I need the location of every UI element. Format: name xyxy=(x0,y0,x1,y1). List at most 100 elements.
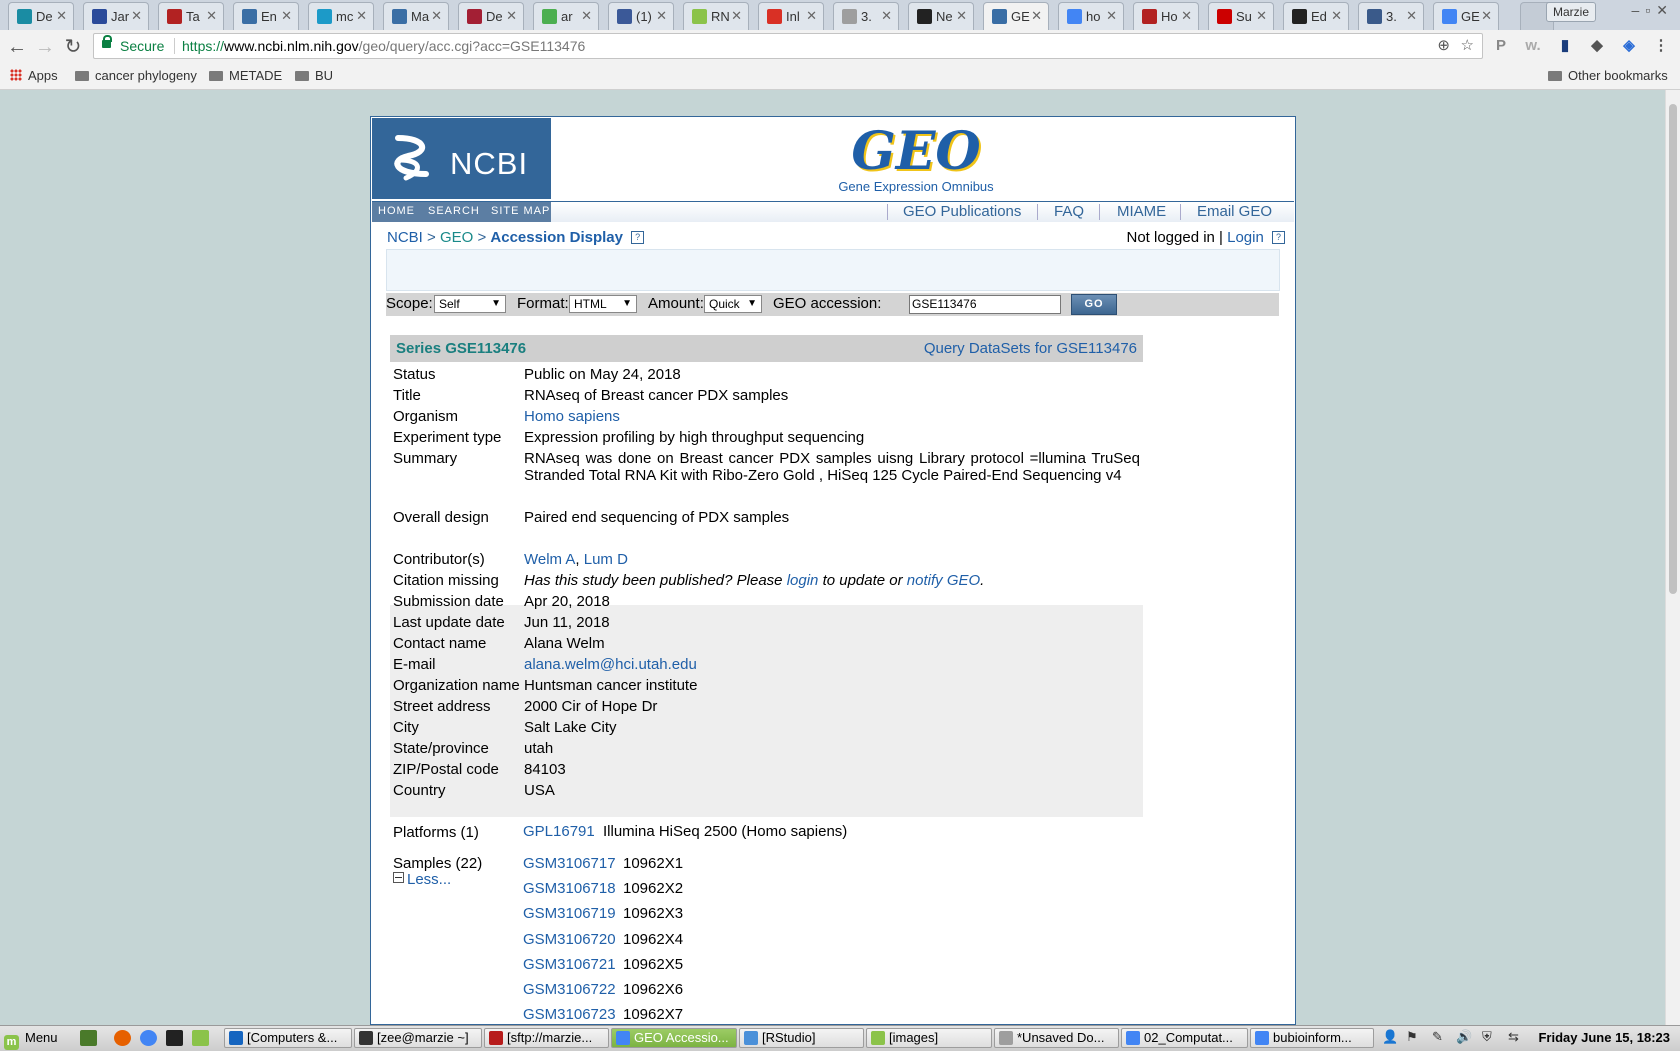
show-desktop-icon[interactable] xyxy=(80,1030,97,1046)
close-tab-icon[interactable]: ✕ xyxy=(431,8,442,24)
browser-tab[interactable]: De ✕ xyxy=(8,2,74,30)
breadcrumb-ncbi[interactable]: NCBI xyxy=(387,229,423,246)
close-tab-icon[interactable]: ✕ xyxy=(1181,8,1192,24)
browser-tab[interactable]: Su ✕ xyxy=(1208,2,1274,30)
bookmark-other[interactable]: Other bookmarks xyxy=(1548,68,1668,83)
browser-tab[interactable]: 3. ✕ xyxy=(833,2,899,30)
email-link[interactable]: alana.welm@hci.utah.edu xyxy=(524,656,697,673)
bookmark-metade[interactable]: METADE xyxy=(209,68,282,83)
browser-tab[interactable]: Ta ✕ xyxy=(158,2,224,30)
analytics-icon[interactable]: ▮ xyxy=(1554,35,1576,57)
word-icon[interactable]: w. xyxy=(1522,35,1544,57)
network-icon[interactable]: ⇆ xyxy=(1508,1029,1519,1045)
nav-email-geo[interactable]: Email GEO xyxy=(1197,203,1272,220)
close-tab-icon[interactable]: ✕ xyxy=(206,8,217,24)
close-tab-icon[interactable]: ✕ xyxy=(56,8,67,24)
pen-icon[interactable]: ✎ xyxy=(1432,1029,1443,1045)
address-bar[interactable]: Secure https://www.ncbi.nlm.nih.gov/geo/… xyxy=(93,33,1483,59)
sample-link[interactable]: GSM3106718 xyxy=(523,880,616,897)
taskbar-window[interactable]: [RStudio] xyxy=(739,1028,864,1048)
close-tab-icon[interactable]: ✕ xyxy=(131,8,142,24)
bookmark-cancer-phylogeny[interactable]: cancer phylogeny xyxy=(75,68,197,83)
sample-link[interactable]: GSM3106717 xyxy=(523,855,616,872)
sample-link[interactable]: GSM3106720 xyxy=(523,931,616,948)
browser-tab[interactable]: RN ✕ xyxy=(683,2,749,30)
window-controls[interactable]: –▫✕ xyxy=(1632,2,1674,19)
nav-faq[interactable]: FAQ xyxy=(1054,203,1084,220)
nav-geo-publications[interactable]: GEO Publications xyxy=(903,203,1021,220)
notify-geo-link[interactable]: notify GEO xyxy=(907,572,980,589)
close-tab-icon[interactable]: ✕ xyxy=(1256,8,1267,24)
geo-logo[interactable]: GEO Gene Expression Omnibus xyxy=(836,121,996,199)
close-tab-icon[interactable]: ✕ xyxy=(1031,8,1042,24)
browser-tab[interactable]: ho ✕ xyxy=(1058,2,1124,30)
organism-link[interactable]: Homo sapiens xyxy=(524,408,620,425)
browser-tab[interactable]: GE ✕ xyxy=(1433,2,1499,30)
query-datasets-link[interactable]: Query DataSets for GSE113476 xyxy=(924,340,1137,357)
volume-icon[interactable]: 🔊 xyxy=(1456,1029,1472,1045)
browser-tab[interactable]: Ne ✕ xyxy=(908,2,974,30)
close-tab-icon[interactable]: ✕ xyxy=(806,8,817,24)
chrome-icon[interactable] xyxy=(140,1030,157,1046)
back-icon[interactable]: ← xyxy=(5,35,29,59)
scrollbar-thumb[interactable] xyxy=(1669,104,1677,594)
shield-icon[interactable]: ⛨ xyxy=(1482,1029,1492,1045)
browser-tab[interactable]: Jar ✕ xyxy=(83,2,149,30)
login-link[interactable]: Login xyxy=(1227,229,1264,246)
bookmark-bu[interactable]: BU xyxy=(295,68,333,83)
help-icon[interactable]: ? xyxy=(631,231,645,244)
sample-link[interactable]: GSM3106719 xyxy=(523,905,616,922)
taskbar-window[interactable]: GEO Accessio... xyxy=(611,1028,737,1048)
firefox-icon[interactable] xyxy=(114,1030,131,1046)
page-scrollbar[interactable] xyxy=(1665,90,1680,1025)
close-tab-icon[interactable]: ✕ xyxy=(1481,8,1492,24)
browser-tab[interactable]: De ✕ xyxy=(458,2,524,30)
close-tab-icon[interactable]: ✕ xyxy=(1406,8,1417,24)
close-tab-icon[interactable]: ✕ xyxy=(731,8,742,24)
browser-tab[interactable]: GE ✕ xyxy=(983,2,1049,30)
contributor-link[interactable]: Lum D xyxy=(584,551,628,568)
files-icon[interactable] xyxy=(192,1030,209,1046)
sample-link[interactable]: GSM3106723 xyxy=(523,1006,616,1023)
nav-search[interactable]: SEARCH xyxy=(428,205,480,217)
bookmark-apps[interactable]: Apps xyxy=(10,68,58,83)
close-tab-icon[interactable]: ✕ xyxy=(956,8,967,24)
taskbar-window[interactable]: bubioinform... xyxy=(1250,1028,1374,1048)
pocket-icon[interactable]: P xyxy=(1490,35,1512,57)
close-tab-icon[interactable]: ✕ xyxy=(581,8,592,24)
nav-miame[interactable]: MIAME xyxy=(1117,203,1166,220)
start-menu-button[interactable]: m Menu xyxy=(4,1030,58,1050)
nav-site-map[interactable]: SITE MAP xyxy=(491,205,550,217)
close-tab-icon[interactable]: ✕ xyxy=(881,8,892,24)
scope-select[interactable]: Self ▼ xyxy=(434,295,506,313)
contributor-link[interactable]: Welm A xyxy=(524,551,575,568)
browser-tab[interactable]: ar ✕ xyxy=(533,2,599,30)
help-icon[interactable]: ? xyxy=(1272,231,1285,244)
close-tab-icon[interactable]: ✕ xyxy=(356,8,367,24)
user-icon[interactable]: 👤 xyxy=(1382,1029,1398,1045)
browser-tab[interactable]: Ho ✕ xyxy=(1133,2,1199,30)
close-tab-icon[interactable]: ✕ xyxy=(656,8,667,24)
taskbar-window[interactable]: [sftp://marzie... xyxy=(484,1028,609,1048)
menu-dots-icon[interactable]: ⋮ xyxy=(1650,35,1672,57)
zoom-icon[interactable]: ⊕ xyxy=(1437,34,1450,58)
browser-tab[interactable]: En ✕ xyxy=(233,2,299,30)
browser-tab[interactable]: Inl ✕ xyxy=(758,2,824,30)
browser-tab[interactable]: 3. ✕ xyxy=(1358,2,1424,30)
terminal-icon[interactable] xyxy=(166,1030,183,1046)
close-tab-icon[interactable]: ✕ xyxy=(1331,8,1342,24)
taskbar-window[interactable]: 02_Computat... xyxy=(1121,1028,1248,1048)
less-toggle[interactable]: Less... xyxy=(393,871,451,888)
sample-link[interactable]: GSM3106721 xyxy=(523,956,616,973)
url-text[interactable]: https://www.ncbi.nlm.nih.gov/geo/query/a… xyxy=(182,34,585,58)
browser-tab[interactable]: Ma ✕ xyxy=(383,2,449,30)
accession-input[interactable]: GSE113476 xyxy=(909,295,1061,314)
profile-button[interactable]: Marzie xyxy=(1545,2,1596,22)
amount-select[interactable]: Quick ▼ xyxy=(704,295,762,313)
browser-tab[interactable]: Ed ✕ xyxy=(1283,2,1349,30)
close-tab-icon[interactable]: ✕ xyxy=(281,8,292,24)
sample-link[interactable]: GSM3106722 xyxy=(523,981,616,998)
keyboard-flag-icon[interactable]: ⚑ xyxy=(1406,1029,1418,1045)
platform-link[interactable]: GPL16791 xyxy=(523,823,595,840)
format-select[interactable]: HTML ▼ xyxy=(569,295,637,313)
